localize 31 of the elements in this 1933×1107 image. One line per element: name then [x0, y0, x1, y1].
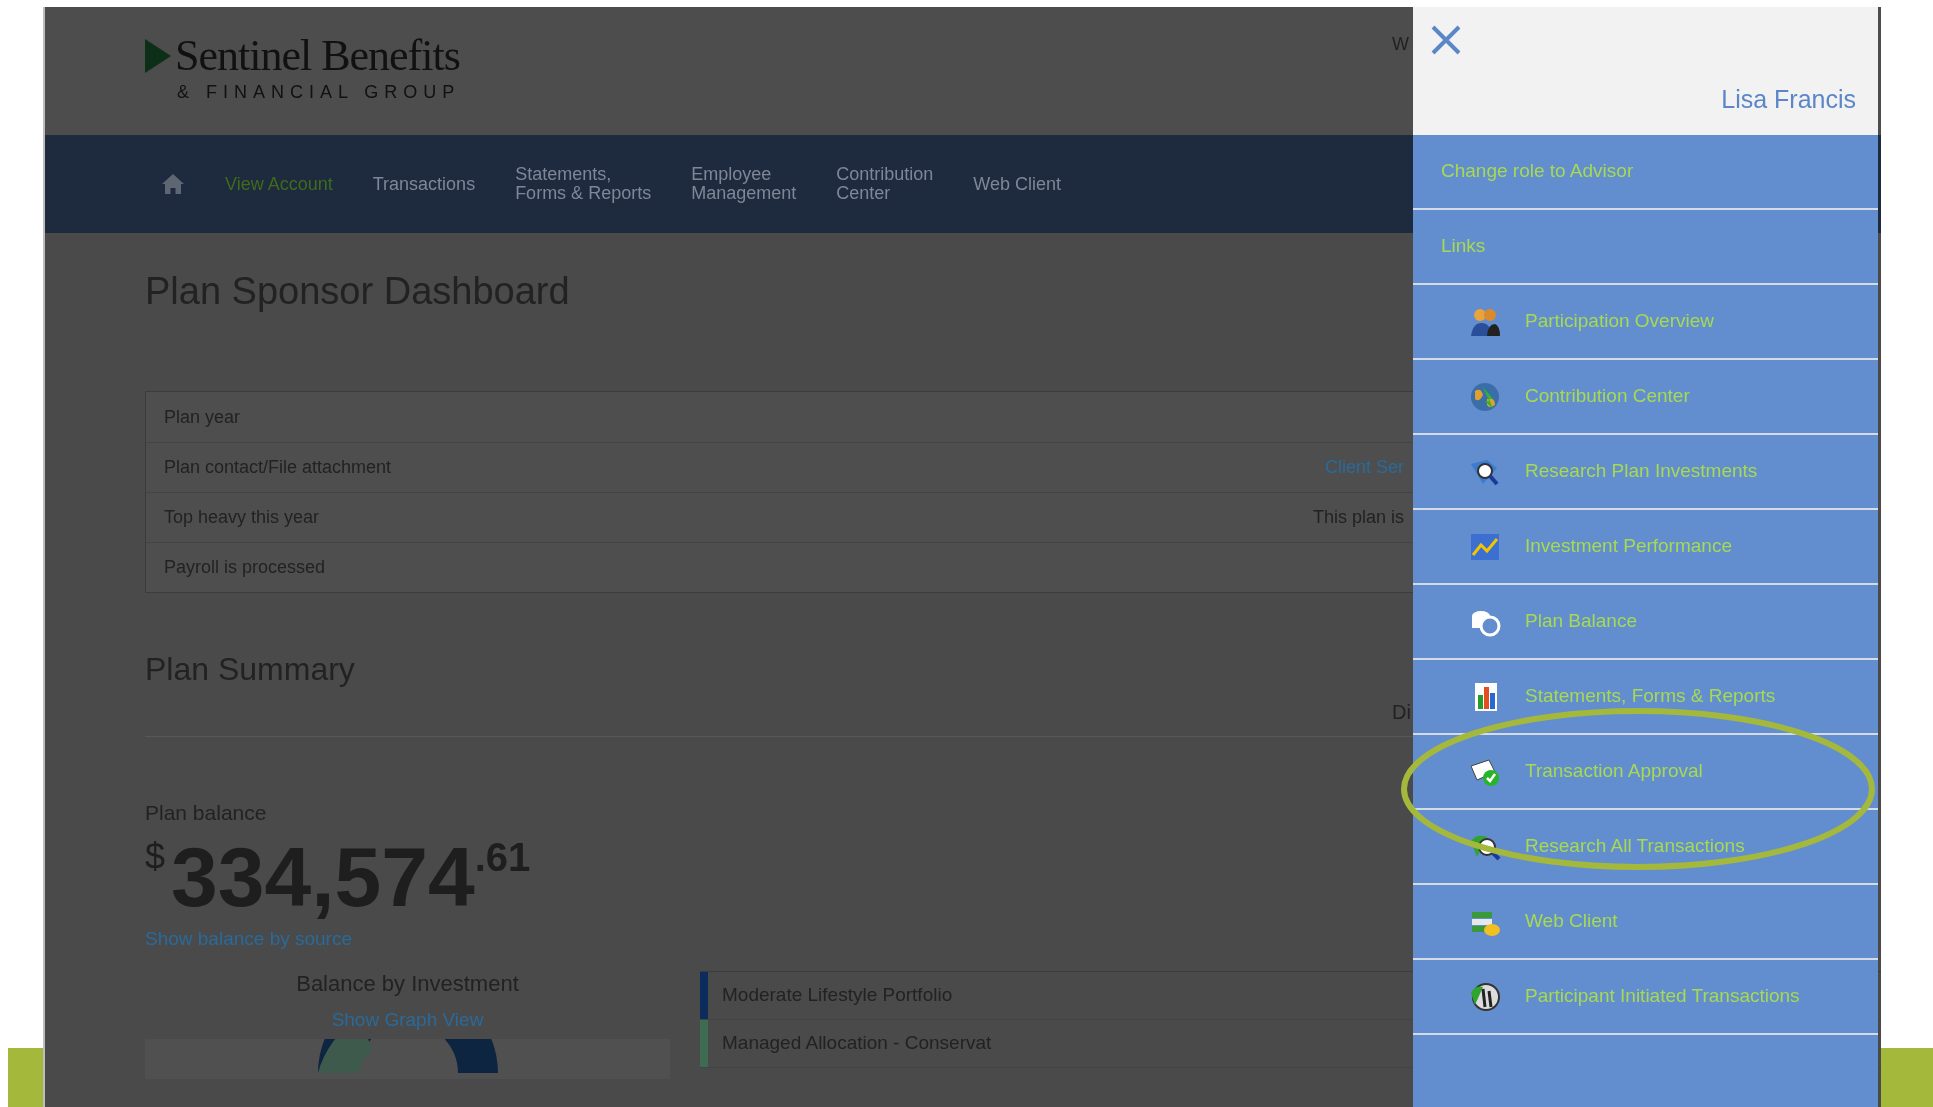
nav-tab[interactable]: Web Client [973, 174, 1061, 194]
menu-link[interactable]: Plan Balance [1525, 607, 1637, 636]
contact-link[interactable]: Client Ser [1324, 454, 1404, 481]
nav-tab[interactable]: Transactions [372, 174, 476, 194]
globe-icon [1469, 980, 1501, 1013]
nav-tab[interactable]: Employee Management [691, 165, 797, 203]
nav-tab[interactable]: Statements, Forms & Reports [515, 165, 652, 203]
menu-link[interactable]: Statements, Forms & Reports [1525, 682, 1776, 711]
menu-link[interactable]: Web Client [1525, 907, 1618, 936]
menu-link[interactable]: Research Plan Investments [1525, 457, 1758, 486]
logo-name: Sentinel Benefits [175, 33, 461, 79]
accent-block [1880, 1048, 1933, 1107]
change-role-link[interactable]: Change role to Advisor [1413, 135, 1878, 210]
logo-subtitle: & FINANCIAL GROUP [177, 81, 461, 104]
menu-link[interactable]: Research All Transactions [1525, 832, 1745, 861]
close-icon[interactable] [1431, 25, 1461, 55]
nav-tab[interactable]: View Account [225, 174, 333, 194]
menu-link[interactable]: Participation Overview [1525, 307, 1715, 336]
menu-link[interactable]: Participant Initiated Transactions [1525, 982, 1800, 1011]
menu-link[interactable]: Transaction Approval [1525, 757, 1703, 786]
balance-by-source-link[interactable]: Show balance by source [145, 924, 352, 953]
menu-link[interactable]: Investment Performance [1525, 532, 1732, 561]
accent-block [8, 1048, 44, 1107]
globe-icon [1469, 380, 1501, 413]
home-icon[interactable] [161, 173, 185, 195]
nav-tab[interactable]: Contribution Center [836, 165, 934, 203]
logo-triangle-icon [145, 39, 171, 73]
menu-link[interactable]: Contribution Center [1525, 382, 1690, 411]
graph-view-link[interactable]: Show Graph View [331, 1006, 484, 1035]
user-name[interactable]: Lisa Francis [1721, 81, 1856, 119]
links-menu-item[interactable]: Links [1413, 210, 1878, 285]
